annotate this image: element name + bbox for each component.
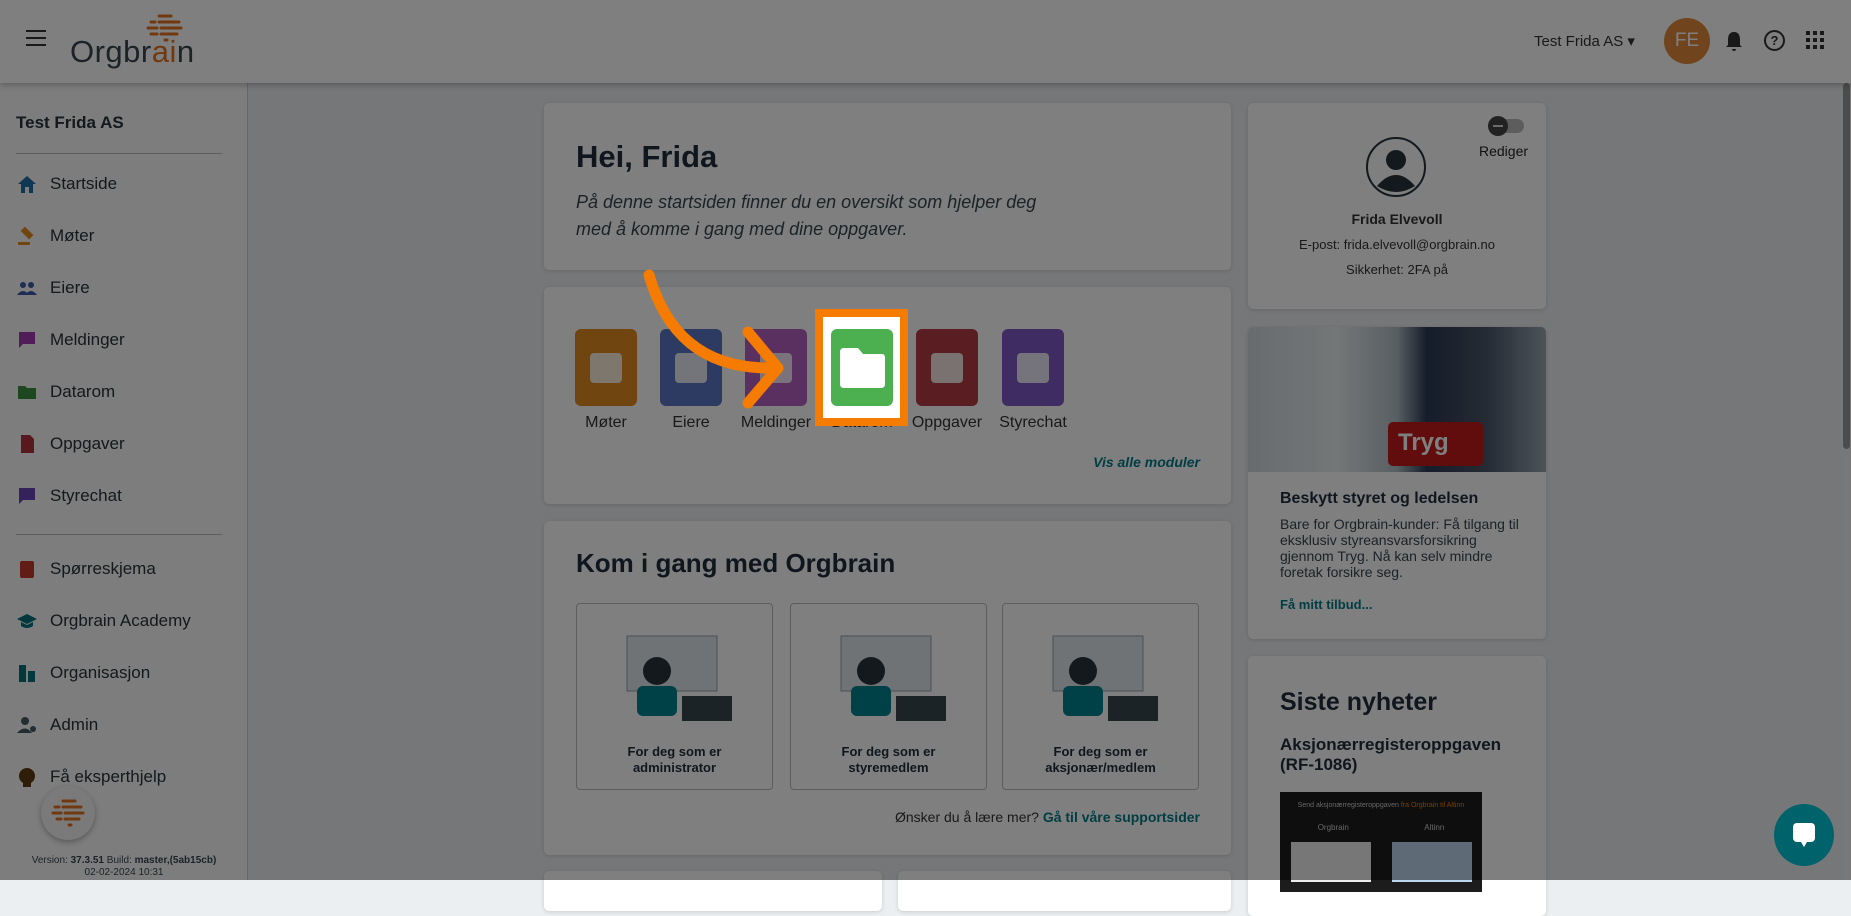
guide-arrow xyxy=(643,269,784,409)
